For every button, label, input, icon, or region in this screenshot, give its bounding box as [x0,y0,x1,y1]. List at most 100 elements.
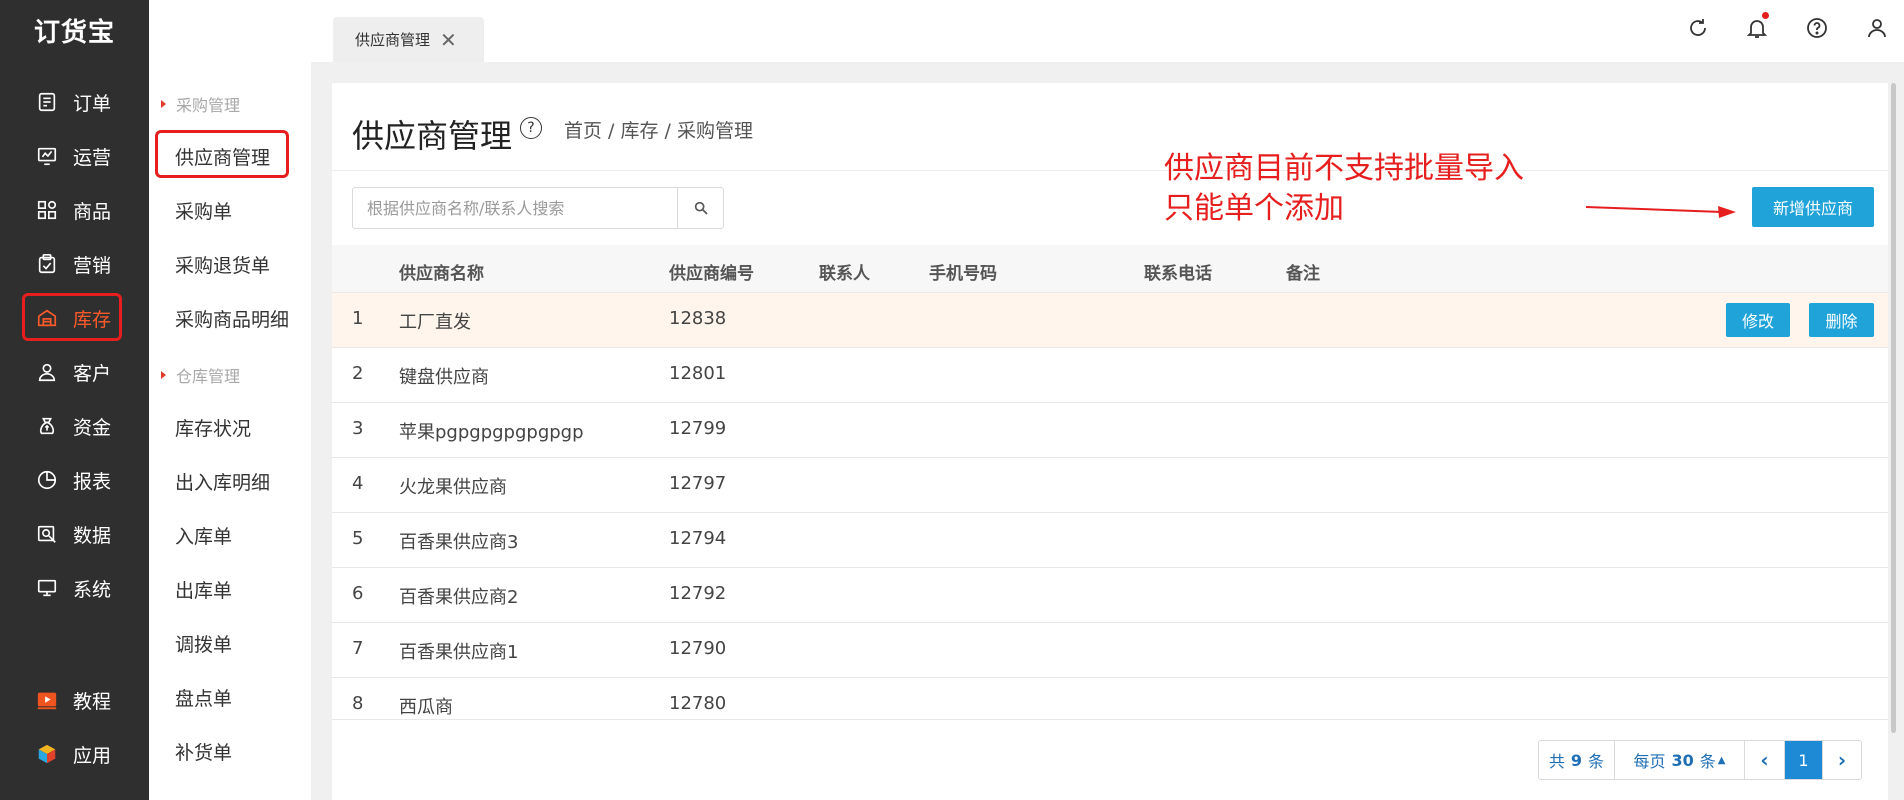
next-page-button[interactable]: › [1823,741,1861,779]
user-icon[interactable] [1863,14,1891,42]
row-number: 5 [352,528,364,549]
close-icon[interactable]: ✕ [440,28,457,52]
nav-item-data[interactable]: 数据 [24,512,120,556]
bell-icon[interactable] [1743,12,1771,42]
pagination: 共9条 每页 30 条 ▲ ‹ 1 › [1538,740,1862,780]
subnav-item-stocktake[interactable]: 盘点单 [175,684,232,711]
nav-item-label: 商品 [73,200,112,223]
nav-item-label: 数据 [73,524,112,547]
nav-item-label: 教程 [73,690,112,713]
caret-right-icon [161,100,166,108]
main-nav: 订货宝 订单 运营 商品 营销 库存 客户 资金 报表 数据 系统 教程 应用 [0,0,149,800]
nav-item-operation[interactable]: 运营 [24,134,120,178]
subnav-item-purchase-return[interactable]: 采购退货单 [175,251,270,278]
supplier-name: 百香果供应商2 [399,587,519,608]
subnav-item-replenish[interactable]: 补货单 [175,738,232,765]
row-number: 1 [352,308,364,329]
supplier-code: 12801 [669,363,727,384]
nav-item-label: 运营 [73,146,112,169]
nav-item-tutorial[interactable]: 教程 [24,678,120,722]
vertical-scrollbar[interactable] [1891,83,1896,733]
top-bar: 供应商管理 ✕ [311,0,1904,62]
nav-item-label: 订单 [73,92,112,115]
row-number: 7 [352,638,364,659]
nav-item-order[interactable]: 订单 [24,80,120,124]
nav-item-system[interactable]: 系统 [24,566,120,610]
total-prefix: 共 [1548,752,1565,771]
add-supplier-button[interactable]: 新增供应商 [1752,187,1874,227]
nav-item-label: 报表 [73,470,112,493]
page-button-current[interactable]: 1 [1785,741,1823,779]
supplier-name: 苹果pgpgpgpgpgpgp [399,422,584,443]
caret-up-icon: ▲ [1717,754,1726,766]
table-row[interactable]: 8 西瓜商 12780 [332,678,1888,720]
table-row[interactable]: 4 火龙果供应商 12797 [332,458,1888,513]
nav-item-label: 资金 [73,416,112,439]
table-row[interactable]: 1 工厂直发 12838 修改 删除 [332,293,1888,348]
search-input[interactable] [353,188,677,228]
subnav-item-inbound[interactable]: 入库单 [175,522,232,549]
nav-item-marketing[interactable]: 营销 [24,242,120,286]
chevron-left-icon: ‹ [1760,748,1769,772]
subnav-item-outbound[interactable]: 出库单 [175,576,232,603]
per-page-select[interactable]: 每页 30 条 ▲ [1615,741,1745,779]
search-icon [694,201,708,215]
tab-supplier-management[interactable]: 供应商管理 ✕ [333,17,484,62]
supplier-code: 12799 [669,418,727,439]
total-value: 9 [1570,750,1583,770]
subnav-item-stock-flow[interactable]: 出入库明细 [175,468,270,495]
divider [332,170,1888,171]
subnav-item-stock-status[interactable]: 库存状况 [175,414,251,441]
row-number: 3 [352,418,364,439]
nav-item-label: 应用 [73,744,112,767]
highlight-box-warehouse [22,293,122,341]
supplier-code: 12797 [669,473,727,494]
table-row[interactable]: 2 键盘供应商 12801 [332,348,1888,403]
nav-item-customer[interactable]: 客户 [24,350,120,394]
nav-item-goods[interactable]: 商品 [24,188,120,232]
column-header-phone: 联系电话 [1144,264,1212,284]
column-header-contact: 联系人 [819,264,870,284]
chevron-right-icon: › [1837,748,1847,772]
nav-item-report[interactable]: 报表 [24,458,120,502]
nav-item-label: 客户 [73,362,112,385]
data-icon [35,522,59,546]
refresh-icon[interactable] [1684,14,1712,42]
notification-dot [1762,12,1769,19]
subnav-group-label: 采购管理 [176,96,241,115]
help-icon[interactable] [1803,14,1831,42]
column-header-remark: 备注 [1286,264,1320,284]
report-icon [35,468,59,492]
prev-page-button[interactable]: ‹ [1745,741,1785,779]
breadcrumb: 首页 / 库存 / 采购管理 [564,120,753,142]
annotation-note: 供应商目前不支持批量导入 只能单个添加 [1164,149,1524,229]
monitor-icon [35,576,59,600]
table-row[interactable]: 5 百香果供应商3 12794 [332,513,1888,568]
operation-icon [35,144,59,168]
search-button[interactable] [677,188,723,228]
annotation-line-2: 只能单个添加 [1164,191,1344,226]
table-row[interactable]: 7 百香果供应商1 12790 [332,623,1888,678]
highlight-box-supplier [155,130,289,178]
nav-item-money[interactable]: 资金 [24,404,120,448]
per-page-value: 30 [1671,750,1694,770]
video-icon [35,688,59,712]
subnav-item-purchase-detail[interactable]: 采购商品明细 [175,305,289,332]
supplier-code: 12790 [669,638,727,659]
main-panel: 供应商管理 ? 首页 / 库存 / 采购管理 供应商目前不支持批量导入 只能单个… [332,83,1888,800]
edit-button[interactable]: 修改 [1726,303,1790,337]
supplier-name: 工厂直发 [399,312,471,333]
question-icon[interactable]: ? [520,117,542,139]
subnav-item-transfer[interactable]: 调拨单 [175,630,232,657]
subnav-item-purchase-order[interactable]: 采购单 [175,197,232,224]
annotation-line-1: 供应商目前不支持批量导入 [1164,151,1524,186]
sub-nav: 采购管理 供应商管理 采购单 采购退货单 采购商品明细 仓库管理 库存状况 出入… [149,0,311,800]
total-count: 共9条 [1539,741,1615,779]
nav-item-apps[interactable]: 应用 [24,732,120,776]
delete-button[interactable]: 删除 [1809,303,1874,337]
supplier-name: 百香果供应商1 [399,642,519,663]
table-row[interactable]: 6 百香果供应商2 12792 [332,568,1888,623]
tab-label: 供应商管理 [355,31,431,49]
table-row[interactable]: 3 苹果pgpgpgpgpgpgp 12799 [332,403,1888,458]
supplier-code: 12792 [669,583,727,604]
